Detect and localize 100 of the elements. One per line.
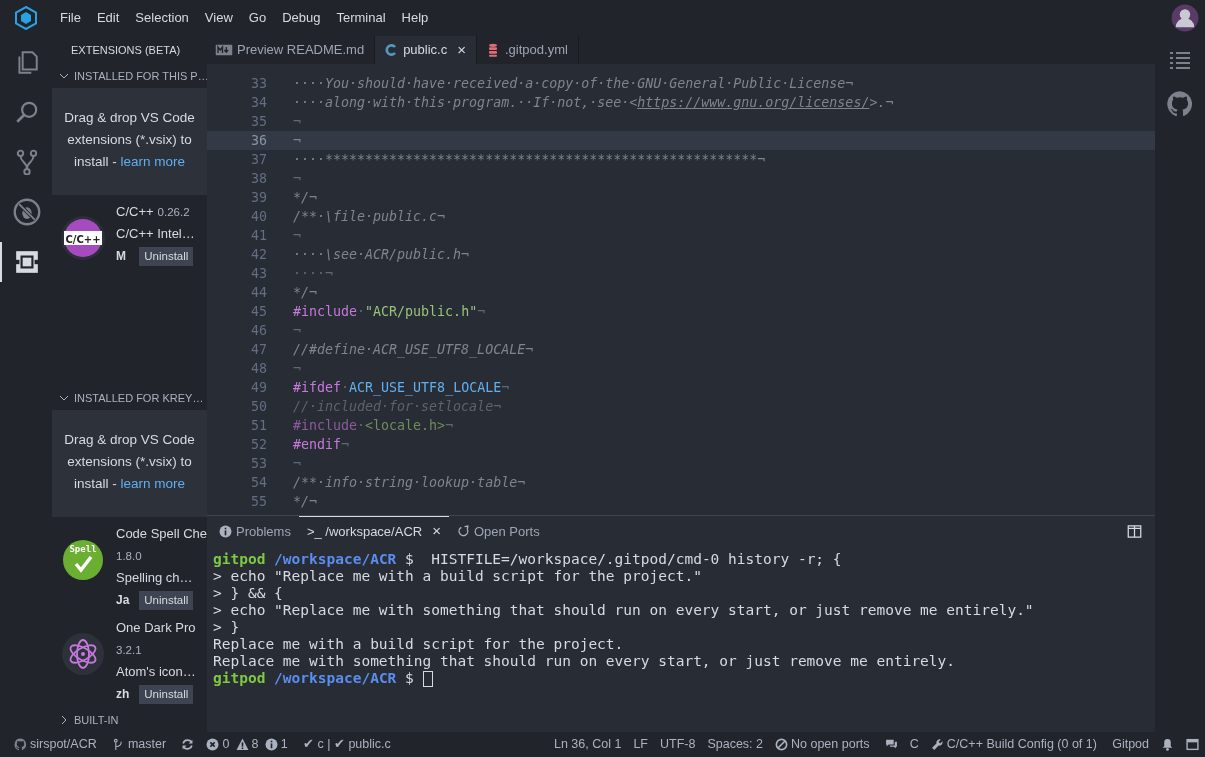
- menu-item[interactable]: Help: [393, 8, 437, 28]
- status-item[interactable]: [1161, 738, 1174, 751]
- status-item[interactable]: C/C++ Build Config (0 of 1): [930, 735, 1101, 754]
- uninstall-button[interactable]: Uninstall: [139, 684, 194, 704]
- menu-item[interactable]: Edit: [88, 8, 128, 28]
- code-line: #include·<locale.h>¬: [292, 417, 454, 435]
- close-icon[interactable]: ×: [457, 38, 466, 62]
- info-icon: [219, 525, 232, 538]
- line-number: 39: [250, 189, 267, 207]
- terminal-line: > echo "Replace me with a build script for the project.": [213, 568, 703, 585]
- code-line: #ifdef·ACR_USE_UTF8_LOCALE¬: [292, 379, 510, 397]
- code-line: //#define·ACR_USE_UTF8_LOCALE¬: [292, 341, 534, 359]
- extension-author: M: [116, 248, 127, 265]
- extensions-icon: [14, 249, 40, 275]
- error-icon: [206, 738, 220, 751]
- code-line: //·included·for·setlocale¬: [292, 398, 502, 416]
- close-icon[interactable]: ×: [432, 520, 441, 543]
- split-editor-icon: [1127, 523, 1142, 539]
- line-number: 43: [250, 265, 267, 283]
- menu-item[interactable]: Selection: [127, 8, 197, 28]
- code-line: /**·\file·public.c¬: [292, 208, 446, 226]
- line-number: 50: [250, 398, 267, 416]
- extension-description: Atom's icon…: [116, 663, 197, 681]
- terminal-line: > echo "Replace me with something that should run on every start, or just remove me entirely.": [213, 602, 1035, 619]
- status-item[interactable]: Spaces: 2: [707, 735, 763, 754]
- status-item[interactable]: C: [909, 735, 919, 754]
- code-line: ¬: [292, 227, 301, 245]
- status-item[interactable]: Ln 36, Col 1: [554, 735, 622, 754]
- ban-icon: [775, 738, 788, 751]
- code-line: ¬: [292, 170, 301, 188]
- line-number: 33: [250, 75, 267, 93]
- code-line: ¬: [292, 360, 301, 378]
- line-number: 52: [250, 436, 267, 454]
- github-icon: [14, 738, 27, 751]
- sync-icon: [181, 738, 195, 751]
- line-number: 55: [250, 493, 267, 511]
- code-line: ¬: [292, 113, 301, 131]
- line-number: 48: [250, 360, 267, 378]
- info-icon: [264, 738, 278, 751]
- menu-item[interactable]: View: [196, 8, 241, 28]
- line-number: 42: [250, 246, 267, 264]
- code-line: ····along·with·this·program.··If·not,·see·<https://www.gnu.org/licenses/>.¬: [292, 94, 894, 112]
- extension-version: 1.8.0: [116, 549, 142, 564]
- status-item[interactable]: [884, 738, 898, 751]
- menu-item[interactable]: Debug: [274, 8, 329, 28]
- learn-more-link[interactable]: learn more: [120, 154, 185, 169]
- github-icon: [1166, 90, 1194, 118]
- status-item[interactable]: sirspot/ACR: [14, 735, 100, 754]
- ports-icon: [456, 525, 470, 538]
- chat-icon: [884, 738, 898, 751]
- line-number: 46: [250, 322, 267, 340]
- status-item[interactable]: Gitpod: [1112, 735, 1149, 754]
- status-item[interactable]: [1186, 738, 1199, 751]
- code-line: */¬: [292, 493, 318, 511]
- sidebar-title: EXTENSIONS (BETA): [70, 43, 182, 58]
- panel-tab[interactable]: >_ /workspace/ACR ×: [298, 516, 449, 546]
- search-icon: [14, 99, 40, 125]
- line-number: 51: [250, 417, 267, 435]
- code-line: ¬: [292, 132, 301, 150]
- terminal-line: Replace me with a build script for the project.: [213, 636, 625, 653]
- code-line: */¬: [292, 189, 318, 207]
- extension-name: Code Spell Che: [116, 525, 207, 543]
- drop-hint: Drag & drop VS Code extensions (*.vsix) to install - learn more: [52, 410, 207, 517]
- uninstall-button[interactable]: Uninstall: [139, 590, 194, 610]
- terminal-line: gitpod /workspace/ACR $: [213, 670, 1149, 687]
- panel-tab[interactable]: Open Ports: [448, 516, 548, 546]
- code-line: ····¬: [292, 265, 334, 283]
- status-item[interactable]: ✔ c | ✔ public.c: [303, 735, 391, 754]
- menu-item[interactable]: File: [52, 8, 89, 28]
- line-number: 40: [250, 208, 267, 226]
- extension-description: Spelling ch…: [116, 569, 194, 587]
- uninstall-button[interactable]: Uninstall: [139, 246, 194, 266]
- code-line: ¬: [292, 322, 301, 340]
- line-number: 49: [250, 379, 267, 397]
- code-line: ····\see·ACR/public.h¬: [292, 246, 470, 264]
- status-item[interactable]: UTF-8: [660, 735, 696, 754]
- line-number: 41: [250, 227, 267, 245]
- code-line: #include·"ACR/public.h"¬: [292, 303, 486, 321]
- status-item[interactable]: LF: [633, 735, 648, 754]
- line-number: 54: [250, 474, 267, 492]
- line-number: 44: [250, 284, 267, 302]
- menu-item[interactable]: Terminal: [328, 8, 394, 28]
- learn-more-link[interactable]: learn more: [120, 476, 185, 491]
- url-link[interactable]: https://www.gnu.org/licenses/: [637, 95, 870, 110]
- source-control-icon: [14, 149, 40, 175]
- line-number: 34: [250, 94, 267, 112]
- panel-tab[interactable]: Problems: [211, 516, 299, 546]
- status-item[interactable]: No open ports: [775, 735, 873, 754]
- extension-logo: C/C++: [60, 215, 106, 261]
- line-number: 45: [250, 303, 267, 321]
- extension-description: C/C++ Intel…: [116, 225, 196, 243]
- status-item[interactable]: 0 8 1: [206, 735, 291, 754]
- editor-tab[interactable]: public.c ×: [375, 36, 477, 64]
- status-item[interactable]: master: [111, 735, 170, 754]
- line-number: 47: [250, 341, 267, 359]
- line-number: 38: [250, 170, 267, 188]
- menu-item[interactable]: Go: [240, 8, 275, 28]
- code-line: */¬: [292, 284, 318, 302]
- logo-icon: [14, 6, 38, 30]
- status-item[interactable]: [181, 738, 195, 751]
